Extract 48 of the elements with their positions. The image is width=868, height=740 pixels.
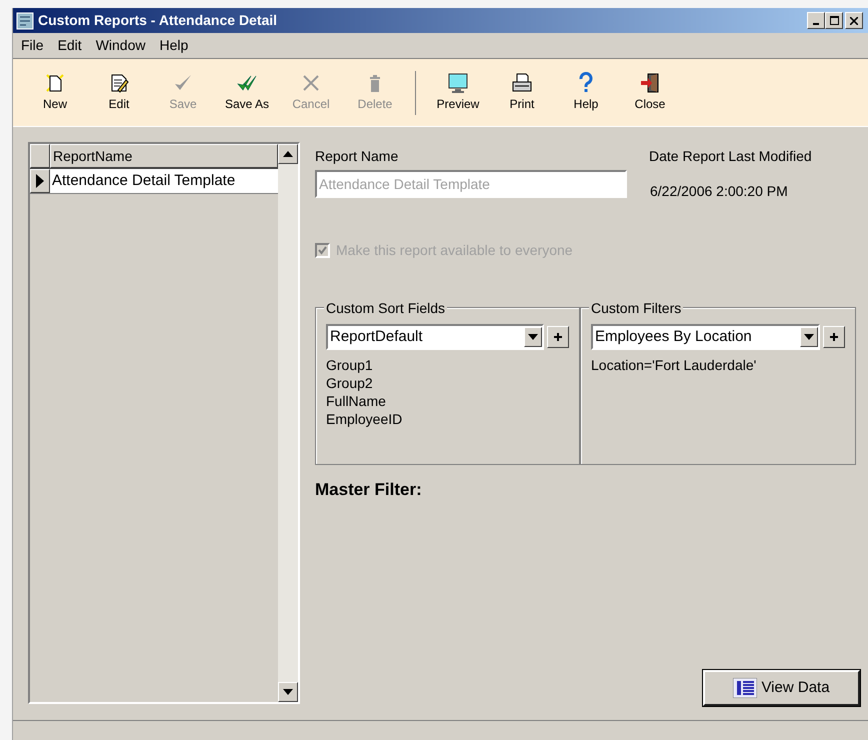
- printer-icon: [511, 72, 533, 94]
- list-item: Group2: [326, 374, 374, 392]
- toolbar-button[interactable]: Close: [618, 66, 682, 118]
- scrollbar[interactable]: [278, 144, 298, 702]
- app-icon: [16, 12, 34, 30]
- grid-list-icon: [733, 678, 758, 698]
- list-item: FullName: [326, 392, 387, 410]
- dropdown[interactable]: ReportDefault: [326, 324, 544, 350]
- menu-item[interactable]: Help: [153, 35, 194, 56]
- minimize-icon: [813, 22, 819, 24]
- menu-item[interactable]: Edit: [52, 35, 88, 56]
- row-pointer-icon: [36, 174, 44, 188]
- window-title: Custom Reports - Attendance Detail: [38, 11, 278, 30]
- dropdown-arrow-icon: [804, 334, 814, 340]
- scroll-up-icon: [283, 151, 293, 157]
- add-button[interactable]: [547, 326, 569, 348]
- monitor-icon: [447, 72, 469, 94]
- column-header[interactable]: ReportName: [50, 144, 278, 168]
- date-label: Date Report Last Modified: [649, 147, 812, 166]
- toolbar-button[interactable]: Help: [554, 66, 618, 118]
- view-data-button[interactable]: View Data: [703, 670, 860, 706]
- close-button[interactable]: [845, 12, 863, 29]
- toolbar-button[interactable]: New: [23, 66, 87, 118]
- dropdown-arrow-icon: [528, 334, 538, 340]
- maximize-icon: [830, 16, 838, 25]
- scroll-down-icon: [283, 689, 293, 695]
- list-item: Location='Fort Lauderdale': [591, 356, 758, 374]
- maximize-button[interactable]: [825, 12, 843, 29]
- toolbar-button[interactable]: Save As: [215, 66, 279, 118]
- door-exit-icon: [639, 72, 661, 94]
- toolbar-button[interactable]: Preview: [426, 66, 490, 118]
- toolbar-button[interactable]: Edit: [87, 66, 151, 118]
- field-label: Report Name: [315, 147, 400, 166]
- list-item: Group1: [326, 356, 374, 374]
- toolbar-button[interactable]: Print: [490, 66, 554, 118]
- minimize-button[interactable]: [807, 12, 825, 29]
- add-button[interactable]: [823, 326, 845, 348]
- list-item: EmployeeID: [326, 410, 404, 428]
- plus-icon: [830, 333, 838, 341]
- master-filter-label: Master Filter:: [315, 479, 423, 501]
- menu-item[interactable]: File: [15, 35, 50, 56]
- dropdown[interactable]: Employees By Location: [591, 324, 820, 350]
- close-icon: [850, 16, 858, 24]
- new-document-icon: [44, 72, 66, 94]
- date-value: 6/22/2006 2:00:20 PM: [650, 182, 789, 201]
- plus-icon: [554, 333, 562, 341]
- menu-item[interactable]: Window: [90, 35, 152, 56]
- check-icon: [318, 246, 327, 255]
